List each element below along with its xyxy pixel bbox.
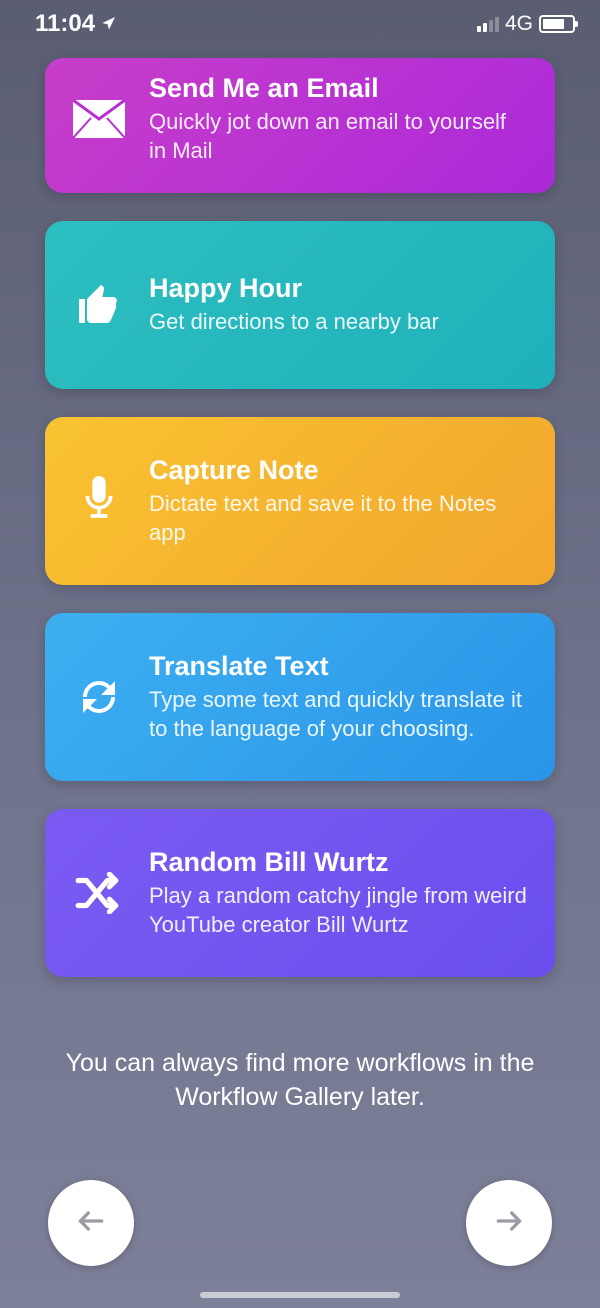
card-subtitle: Play a random catchy jingle from weird Y… — [149, 882, 527, 939]
card-title: Random Bill Wurtz — [149, 847, 527, 878]
refresh-icon — [73, 671, 125, 723]
card-text: Happy Hour Get directions to a nearby ba… — [149, 273, 527, 337]
status-right: 4G — [477, 12, 575, 36]
footer-hint-text: You can always find more workflows in th… — [0, 977, 600, 1115]
card-subtitle: Type some text and quickly translate it … — [149, 686, 527, 743]
workflow-card-random[interactable]: Random Bill Wurtz Play a random catchy j… — [45, 809, 555, 977]
microphone-icon — [73, 475, 125, 527]
location-icon — [101, 10, 117, 38]
workflow-card-email[interactable]: Send Me an Email Quickly jot down an ema… — [45, 58, 555, 193]
signal-icon — [477, 16, 499, 32]
card-title: Send Me an Email — [149, 73, 527, 104]
workflow-card-happy-hour[interactable]: Happy Hour Get directions to a nearby ba… — [45, 221, 555, 389]
home-indicator[interactable] — [200, 1292, 400, 1298]
envelope-icon — [73, 93, 125, 145]
card-text: Translate Text Type some text and quickl… — [149, 651, 527, 743]
card-title: Translate Text — [149, 651, 527, 682]
card-title: Capture Note — [149, 455, 527, 486]
back-button[interactable] — [48, 1180, 134, 1266]
thumbs-up-icon — [73, 279, 125, 331]
card-text: Send Me an Email Quickly jot down an ema… — [149, 73, 527, 165]
workflow-card-capture-note[interactable]: Capture Note Dictate text and save it to… — [45, 417, 555, 585]
card-subtitle: Dictate text and save it to the Notes ap… — [149, 490, 527, 547]
next-button[interactable] — [466, 1180, 552, 1266]
workflow-card-translate[interactable]: Translate Text Type some text and quickl… — [45, 613, 555, 781]
arrow-left-icon — [75, 1205, 107, 1242]
status-time: 11:04 — [35, 10, 95, 38]
card-subtitle: Get directions to a nearby bar — [149, 308, 527, 337]
card-subtitle: Quickly jot down an email to yourself in… — [149, 108, 527, 165]
card-title: Happy Hour — [149, 273, 527, 304]
status-bar: 11:04 4G — [0, 0, 600, 43]
shuffle-icon — [73, 867, 125, 919]
battery-icon — [539, 15, 575, 33]
workflow-cards-container: Send Me an Email Quickly jot down an ema… — [0, 43, 600, 977]
network-label: 4G — [505, 12, 533, 36]
nav-buttons — [0, 1180, 600, 1266]
card-text: Capture Note Dictate text and save it to… — [149, 455, 527, 547]
card-text: Random Bill Wurtz Play a random catchy j… — [149, 847, 527, 939]
arrow-right-icon — [493, 1205, 525, 1242]
status-left: 11:04 — [35, 10, 117, 38]
